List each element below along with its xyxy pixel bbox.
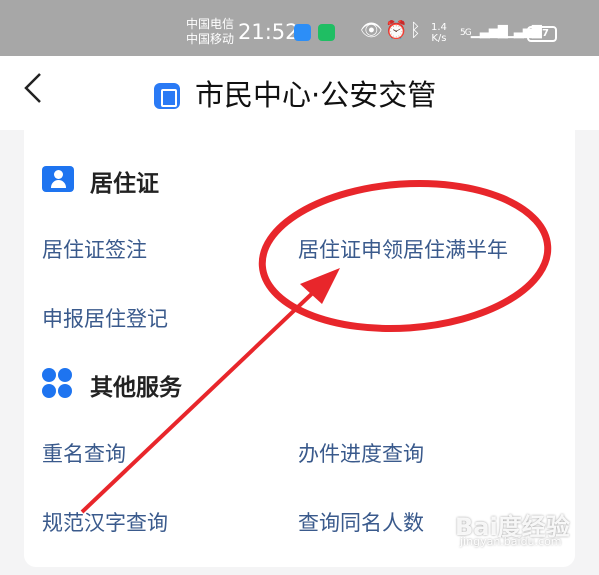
annotation-arrow-line [80, 284, 322, 514]
watermark-url: jingyan.baidu.com [460, 535, 562, 548]
annotation-ellipse [258, 179, 552, 333]
annotation-overlay [80, 179, 552, 514]
